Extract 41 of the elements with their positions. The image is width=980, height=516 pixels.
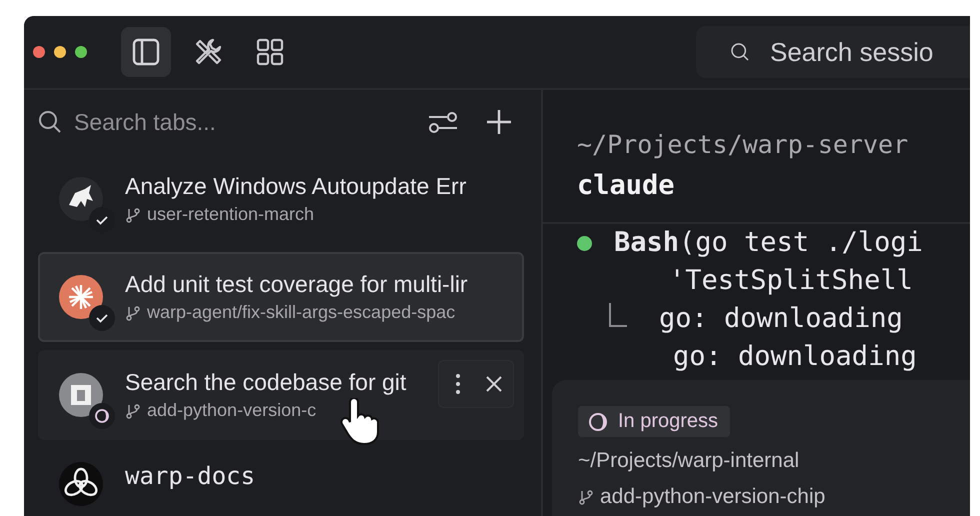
- terminal-line: go: downloading: [659, 302, 903, 336]
- command-text: claude: [577, 169, 676, 203]
- check-status-icon: [89, 305, 115, 331]
- project-path: ~/Projects/warp-internal: [578, 448, 800, 474]
- tab-item[interactable]: Add unit test coverage for multi-lir warp-agent/fix-skill-args-escaped-spac: [38, 252, 524, 342]
- branch-icon: [125, 402, 141, 418]
- search-field[interactable]: Search tabs...: [74, 108, 415, 136]
- tab-item[interactable]: warp-docs: [38, 448, 524, 516]
- branch-name: add-python-version-chip: [600, 485, 826, 509]
- search-icon: [38, 110, 62, 134]
- branch-name: user-retention-march: [147, 204, 314, 225]
- add-icon[interactable]: [485, 108, 513, 136]
- session-search-bar[interactable]: Search sessio: [696, 26, 970, 78]
- hand-cursor-icon: [340, 398, 380, 446]
- progress-status-icon: [89, 403, 115, 429]
- progress-icon: [588, 412, 608, 432]
- terminal-line: go: downloading: [673, 340, 917, 374]
- terminal-line: Bash(go test ./logi: [614, 226, 923, 260]
- sidebar-icon: [131, 37, 161, 67]
- session-search-field[interactable]: Search sessio: [770, 36, 970, 68]
- window-control[interactable]: [54, 46, 66, 58]
- status-text: In progress: [618, 410, 718, 433]
- tab-title: Analyze Windows Autoupdate Err: [125, 173, 466, 200]
- window-control[interactable]: [75, 46, 87, 58]
- tab-title: Add unit test coverage for multi-lir: [125, 271, 468, 298]
- tree-connector: [609, 303, 627, 327]
- branch-icon: [125, 206, 141, 222]
- terminal-line: 'TestSplitShell: [669, 264, 913, 298]
- branch-name: add-python-version-c: [147, 400, 316, 421]
- branch-icon: [125, 304, 141, 320]
- branch-icon: [578, 489, 594, 505]
- tab-item[interactable]: Analyze Windows Autoupdate Err user-retention-march: [38, 154, 524, 244]
- branch-name: warp-agent/fix-skill-args-escaped-spac: [147, 302, 456, 323]
- tab-title: warp-docs: [125, 462, 256, 490]
- grid-icon: [255, 37, 285, 67]
- sidebar-toggle-button[interactable]: [121, 27, 171, 77]
- window-control[interactable]: [33, 46, 45, 58]
- status-dot: [577, 236, 592, 250]
- tab-title: Search the codebase for git: [125, 369, 406, 396]
- working-directory: ~/Projects/warp-server: [577, 129, 910, 161]
- filter-icon[interactable]: [427, 110, 459, 134]
